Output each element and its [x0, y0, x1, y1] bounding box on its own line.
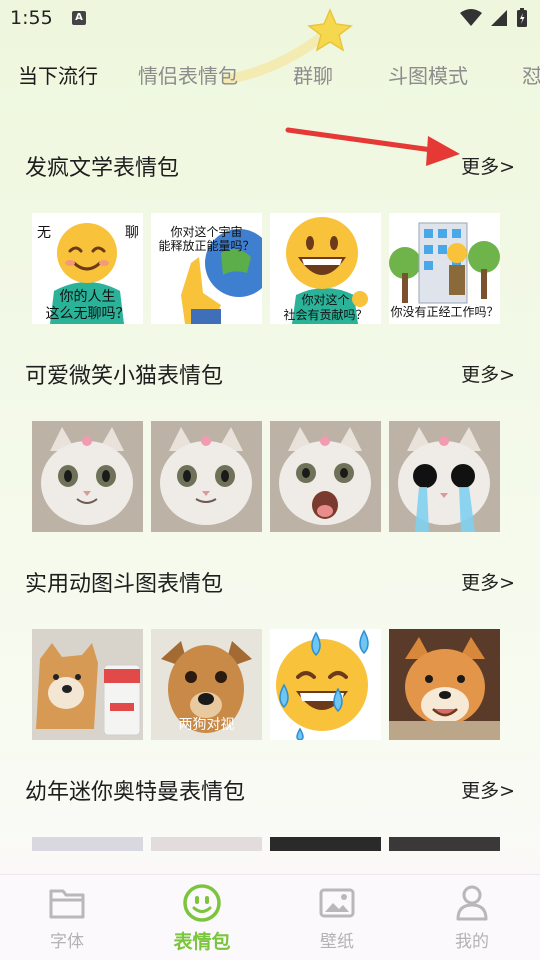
sticker-thumbnail[interactable]	[32, 421, 143, 532]
sticker-thumbnail[interactable]: 你对这个宇宙 能释放正能量吗？	[151, 213, 262, 324]
nav-profile[interactable]: 我的	[432, 883, 512, 952]
sticker-row-crazy-text: 无 聊 你的人生 这么无聊吗？ 你对这个宇宙 能释放正能量吗？ 你对这个 社会有…	[32, 213, 500, 324]
sticker-caption: 你的人生	[59, 289, 116, 305]
sticker-caption: 你对这个	[301, 293, 350, 307]
sticker-caption: 这么无聊吗？	[45, 306, 130, 322]
nav-label: 表情包	[173, 931, 231, 953]
folder-icon	[49, 889, 85, 919]
sticker-thumbnail[interactable]	[270, 629, 381, 740]
nav-label: 壁纸	[320, 932, 354, 952]
sticker-caption: 能释放正能量吗？	[158, 239, 255, 253]
tab-roast[interactable]: 怼	[522, 60, 540, 89]
section-title-smiling-cat: 可爱微笑小猫表情包	[25, 364, 224, 389]
tab-group-chat[interactable]: 群聊	[293, 60, 333, 89]
nav-fonts[interactable]: 字体	[27, 883, 107, 952]
sticker-thumbnail[interactable]	[270, 837, 381, 851]
sticker-thumbnail[interactable]	[151, 421, 262, 532]
person-icon	[456, 885, 488, 921]
nav-label: 我的	[455, 932, 489, 952]
sticker-thumbnail[interactable]	[270, 421, 381, 532]
sticker-thumbnail[interactable]: 无 聊 你的人生 这么无聊吗？	[32, 213, 143, 324]
battery-icon	[517, 8, 527, 27]
tab-couple[interactable]: 情侣表情包	[138, 60, 238, 89]
more-link-animated-battle[interactable]: 更多>	[461, 568, 515, 595]
nav-wallpaper[interactable]: 壁纸	[297, 883, 377, 952]
more-link-crazy-text[interactable]: 更多>	[461, 152, 515, 179]
sticker-thumbnail[interactable]	[389, 421, 500, 532]
more-link-mini-ultraman[interactable]: 更多>	[461, 776, 515, 803]
sticker-thumbnail[interactable]	[151, 837, 262, 851]
nav-stickers[interactable]: 表情包	[162, 883, 242, 954]
sticker-caption: 两狗对视	[178, 717, 235, 733]
smiley-icon	[183, 884, 221, 922]
section-title-animated-battle: 实用动图斗图表情包	[25, 572, 224, 597]
sticker-row-animated-battle: 两狗对视	[32, 629, 500, 740]
sticker-caption: 聊	[125, 225, 139, 241]
sticker-caption: 你对这个宇宙	[170, 225, 243, 239]
sticker-row-mini-ultraman	[32, 837, 500, 851]
sticker-thumbnail[interactable]: 你对这个 社会有贡献吗？	[270, 213, 381, 324]
red-arrow-icon	[285, 127, 460, 166]
sticker-caption: 你没有正经工作吗？	[390, 305, 499, 319]
notification-icon: A	[72, 11, 86, 25]
signal-icon	[491, 10, 507, 26]
status-time: 1:55	[10, 7, 53, 29]
section-title-mini-ultraman: 幼年迷你奥特曼表情包	[25, 780, 246, 805]
section-title-crazy-text: 发疯文学表情包	[25, 156, 180, 181]
sticker-thumbnail[interactable]: 两狗对视	[151, 629, 262, 740]
sticker-thumbnail[interactable]: 你没有正经工作吗？	[389, 213, 500, 324]
tab-battle-mode[interactable]: 斗图模式	[388, 60, 468, 89]
sticker-thumbnail[interactable]	[32, 629, 143, 740]
sticker-caption: 社会有贡献吗？	[283, 308, 368, 322]
status-bar: 1:55 A	[0, 0, 540, 36]
sticker-row-smiling-cat	[32, 421, 500, 532]
bottom-navigation: 字体 表情包 壁纸 我的	[0, 874, 540, 960]
nav-label: 字体	[50, 932, 84, 952]
more-link-smiling-cat[interactable]: 更多>	[461, 360, 515, 387]
wifi-icon	[460, 9, 482, 26]
image-icon	[319, 888, 355, 918]
category-tabs: 当下流行 情侣表情包 群聊 斗图模式 怼	[0, 52, 540, 96]
tab-trending[interactable]: 当下流行	[18, 60, 98, 89]
sticker-thumbnail[interactable]	[389, 629, 500, 740]
sticker-thumbnail[interactable]	[389, 837, 500, 851]
sticker-thumbnail[interactable]	[32, 837, 143, 851]
status-icons	[460, 8, 528, 28]
